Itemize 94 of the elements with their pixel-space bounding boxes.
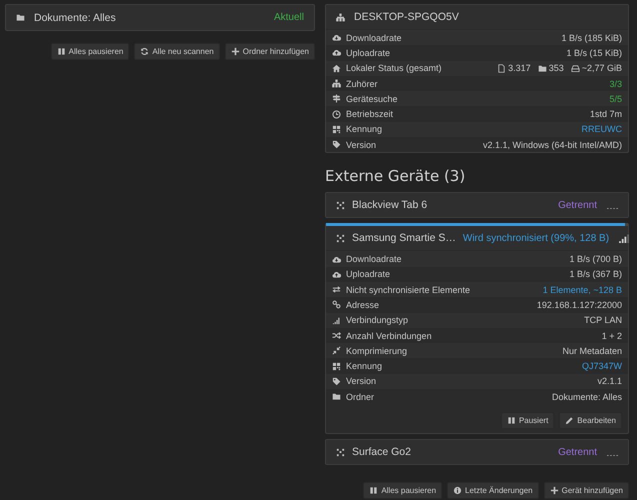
row-label: Ordner bbox=[346, 392, 376, 402]
row-label: Zuhörer bbox=[346, 78, 379, 89]
row-value: 1 B/s (700 B) bbox=[569, 254, 622, 264]
device-name: DESKTOP-SPGQO5V bbox=[354, 11, 460, 23]
row-label: Komprimierung bbox=[346, 346, 408, 356]
info-icon bbox=[453, 486, 462, 496]
pause-icon bbox=[506, 416, 516, 426]
compress-icon bbox=[332, 346, 341, 356]
row-label: Uploadrate bbox=[346, 48, 392, 58]
toolbar-button[interactable]: Gerät hinzufügen bbox=[544, 482, 629, 500]
row-label: Downloadrate bbox=[346, 254, 403, 264]
plus-icon bbox=[230, 47, 240, 56]
plus-icon bbox=[550, 486, 559, 496]
sitemap-icon bbox=[336, 12, 345, 22]
row-value: RREUWC bbox=[582, 124, 622, 134]
row-label: Uploadrate bbox=[346, 269, 392, 280]
row-value: 5/5 bbox=[609, 94, 622, 104]
home-icon bbox=[332, 64, 341, 73]
folder-icon bbox=[16, 13, 25, 22]
row-value: Dokumente: Alles bbox=[552, 392, 622, 402]
shuffle-icon bbox=[332, 331, 341, 340]
cloud-download-icon bbox=[332, 254, 341, 264]
device-name: Samsung Smartie S… bbox=[352, 232, 456, 244]
device-status: Getrennt bbox=[558, 200, 597, 211]
folder-status: Aktuell bbox=[274, 12, 304, 23]
row-label: Downloadrate bbox=[346, 32, 403, 43]
folder-icon bbox=[538, 64, 547, 73]
row-value: 1std 7m bbox=[590, 109, 622, 120]
tag-icon bbox=[332, 376, 341, 386]
card-button[interactable]: Bearbeiten bbox=[559, 412, 622, 430]
row-value: v2.1.1, Windows (64-bit Intel/AMD) bbox=[482, 140, 622, 150]
tag-icon bbox=[332, 140, 341, 150]
file-icon bbox=[497, 64, 506, 73]
row-value: 353 bbox=[548, 63, 564, 74]
row-value: 1 + 2 bbox=[602, 330, 622, 340]
row-value: 1 B/s (185 KiB) bbox=[561, 32, 622, 43]
row-value: QJ7347W bbox=[582, 361, 622, 372]
row-value: 1 B/s (15 KiB) bbox=[566, 48, 622, 58]
row-label: Verbindungstyp bbox=[346, 315, 410, 326]
device-name: Blackview Tab 6 bbox=[352, 199, 428, 212]
row-label: Kennung bbox=[346, 124, 384, 134]
row-label: Kennung bbox=[346, 361, 384, 372]
row-value: 1 B/s (367 B) bbox=[569, 269, 622, 280]
sitemap-icon bbox=[332, 79, 341, 88]
refresh-icon bbox=[140, 47, 150, 56]
toolbar-button[interactable]: Alle neu scannen bbox=[134, 43, 220, 60]
folder-panel[interactable]: Dokumente: Alles Aktuell bbox=[5, 4, 315, 31]
row-value: v2.1.1 bbox=[597, 376, 622, 386]
signpost-icon bbox=[332, 94, 341, 104]
cloud-download-icon bbox=[332, 33, 341, 42]
link-icon bbox=[332, 300, 341, 310]
row-value: TCP LAN bbox=[584, 315, 622, 326]
row-value: 3/3 bbox=[609, 78, 622, 89]
folder-name: Dokumente: Alles bbox=[34, 12, 117, 24]
row-value: 1 Elemente, ~128 B bbox=[542, 284, 622, 295]
exchange-icon bbox=[332, 285, 341, 294]
row-value: ~2,77 GiB bbox=[582, 63, 622, 74]
row-value: Nur Metadaten bbox=[562, 346, 622, 356]
pencil-icon bbox=[565, 416, 574, 426]
row-label: Anzahl Verbindungen bbox=[346, 330, 433, 340]
section-heading: Externe Geräte (3) bbox=[325, 167, 466, 186]
toolbar-button[interactable]: Ordner hinzufügen bbox=[224, 43, 315, 60]
folder-icon bbox=[332, 392, 341, 402]
cloud-upload-icon bbox=[332, 270, 341, 279]
device-name: Surface Go2 bbox=[352, 446, 412, 458]
cloud-upload-icon bbox=[332, 48, 341, 58]
pause-icon bbox=[369, 486, 378, 496]
hdd-icon bbox=[570, 64, 580, 73]
row-label: Nicht synchronisierte Elemente bbox=[346, 284, 472, 295]
toolbar-button[interactable]: Letzte Änderungen bbox=[447, 482, 539, 500]
nodes-icon bbox=[336, 448, 345, 457]
qrcode-icon bbox=[332, 124, 341, 134]
device-status: Getrennt bbox=[558, 446, 597, 458]
device-card[interactable]: Surface Go2 Getrennt bbox=[325, 439, 629, 466]
row-value: 192.168.1.127:22000 bbox=[536, 300, 622, 310]
qrcode-icon bbox=[332, 362, 341, 371]
row-label: Adresse bbox=[346, 300, 380, 310]
row-value: 3.317 bbox=[508, 63, 531, 74]
toolbar-button[interactable]: Alles pausieren bbox=[363, 482, 442, 500]
row-label: Version bbox=[346, 140, 378, 150]
signal-icon bbox=[332, 316, 341, 325]
pause-icon bbox=[56, 47, 66, 56]
card-button[interactable]: Pausiert bbox=[500, 412, 554, 430]
device-card[interactable]: Blackview Tab 6 Getrennt bbox=[325, 192, 629, 218]
row-label: Lokaler Status (gesamt) bbox=[346, 63, 443, 74]
nodes-icon bbox=[336, 234, 345, 243]
device-status: Wird synchronisiert (99%, 128 B) bbox=[462, 232, 610, 244]
row-label: Gerätesuche bbox=[346, 94, 399, 104]
device-card[interactable] bbox=[325, 223, 629, 434]
toolbar-button[interactable]: Alles pausieren bbox=[50, 43, 130, 60]
clock-icon bbox=[332, 110, 341, 119]
row-label: Version bbox=[346, 376, 378, 386]
nodes-icon bbox=[336, 200, 345, 210]
row-label: Betriebszeit bbox=[346, 109, 394, 120]
